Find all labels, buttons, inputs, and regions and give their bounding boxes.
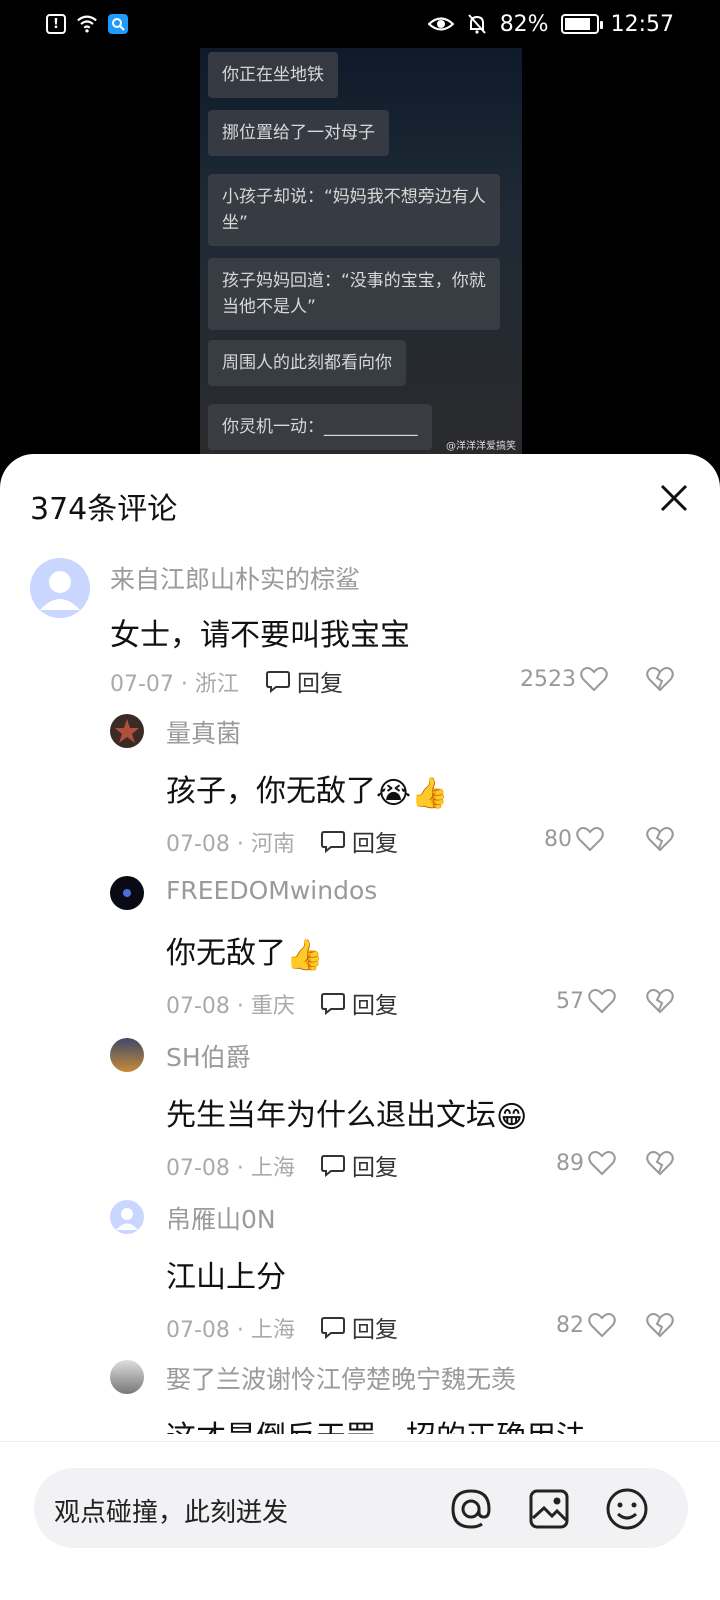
avatar[interactable] (110, 1038, 144, 1072)
alert-icon: ! (46, 14, 66, 34)
search-app-icon (108, 14, 128, 34)
comment-username[interactable]: 来自江郎山朴实的棕鲨 (110, 560, 360, 596)
speech-bubble-icon (321, 993, 345, 1016)
comment-text: 先生当年为什么退出文坛😁 (166, 1098, 528, 1135)
emoji-icon[interactable] (604, 1486, 650, 1532)
reply-button[interactable]: 回复 (320, 1148, 398, 1182)
like-button[interactable]: 89 (556, 1150, 616, 1176)
comment-username[interactable]: 帛雁山0N (166, 1200, 276, 1236)
comment-text: 江山上分 (166, 1260, 286, 1295)
comment-input-placeholder: 观点碰撞，此刻迸发 (54, 1498, 289, 1528)
mention-icon[interactable] (448, 1486, 494, 1532)
bell-off-icon (467, 14, 486, 34)
clock: 12:57 (610, 11, 674, 37)
image-picker-icon[interactable] (526, 1486, 572, 1532)
comment-count-title: 374条评论 (30, 492, 178, 527)
heart-icon (576, 827, 604, 852)
comment-date-location: 07-07 · 浙江 (110, 672, 239, 697)
comment-username[interactable]: 娶了兰波谢怜江停楚晚宁魏无羡 (166, 1360, 516, 1396)
wifi-icon (77, 15, 97, 33)
battery-icon (560, 14, 603, 34)
comment-input[interactable]: 观点碰撞，此刻迸发 (34, 1468, 688, 1548)
avatar[interactable] (110, 1200, 144, 1234)
speech-bubble-icon (321, 1155, 345, 1178)
like-count: 82 (556, 1312, 584, 1338)
avatar[interactable] (110, 1360, 144, 1394)
heart-icon (580, 667, 608, 692)
subtitle-bubble: 孩子妈妈回道：“没事的宝宝，你就 当他不是人” (208, 258, 500, 330)
like-count: 89 (556, 1150, 584, 1176)
like-button[interactable]: 80 (544, 826, 604, 852)
broken-heart-icon[interactable] (646, 826, 674, 852)
like-button[interactable]: 2523 (520, 666, 608, 692)
heart-icon (588, 1313, 616, 1338)
comment-sheet: 374条评论 来自江郎山朴实的棕鲨 女士，请不要叫我宝宝 07-07 · 浙江 … (0, 454, 720, 1600)
speech-bubble-icon (266, 671, 290, 694)
broken-heart-icon[interactable] (646, 1150, 674, 1176)
close-icon[interactable] (656, 480, 692, 516)
comment-text: 女士，请不要叫我宝宝 (110, 618, 410, 653)
emoji: 😁 (496, 1100, 528, 1135)
broken-heart-icon[interactable] (646, 666, 674, 692)
subtitle-bubble: 挪位置给了一对母子 (208, 110, 389, 156)
speech-bubble-icon (321, 831, 345, 854)
subtitle-bubble: 你正在坐地铁 (208, 52, 338, 98)
heart-icon (588, 1151, 616, 1176)
battery-percent: 82% (499, 11, 549, 37)
comment-list[interactable]: 来自江郎山朴实的棕鲨 女士，请不要叫我宝宝 07-07 · 浙江 回复 2523… (0, 554, 720, 1434)
comment-text: 孩子，你无敌了😭👍 (166, 774, 449, 811)
subtitle-bubble: 周围人的此刻都看向你 (208, 340, 406, 386)
reply-button[interactable]: 回复 (265, 664, 343, 698)
comment-date-location: 07-08 · 上海 (166, 1318, 295, 1343)
reply-label: 回复 (352, 831, 398, 857)
reply-label: 回复 (352, 993, 398, 1019)
comment-username[interactable]: SH伯爵 (166, 1038, 251, 1074)
comment-text: 这才是倒反天罡一招的正确用法 (166, 1412, 586, 1434)
subtitle-bubble: 你灵机一动：___________ (208, 404, 432, 450)
status-bar: ! 82% 12:57 (0, 0, 720, 48)
like-button[interactable]: 57 (556, 988, 616, 1014)
comment-input-bar: 观点碰撞，此刻迸发 (0, 1441, 720, 1600)
reply-button[interactable]: 回复 (320, 1310, 398, 1344)
like-count: 80 (544, 826, 572, 852)
reply-label: 回复 (352, 1155, 398, 1181)
heart-icon (588, 989, 616, 1014)
reply-button[interactable]: 回复 (320, 986, 398, 1020)
speech-bubble-icon (321, 1317, 345, 1340)
avatar[interactable] (110, 714, 144, 748)
comment-username[interactable]: 量真菌 (166, 714, 241, 750)
subtitle-bubble: 小孩子却说：“妈妈我不想旁边有人 坐” (208, 174, 500, 246)
reply-button[interactable]: 回复 (320, 824, 398, 858)
broken-heart-icon[interactable] (646, 988, 674, 1014)
broken-heart-icon[interactable] (646, 1312, 674, 1338)
comment-date-location: 07-08 · 上海 (166, 1156, 295, 1181)
video-preview[interactable]: 你正在坐地铁 挪位置给了一对母子 小孩子却说：“妈妈我不想旁边有人 坐” 孩子妈… (200, 48, 522, 458)
like-count: 2523 (520, 666, 576, 692)
comment-date-location: 07-08 · 重庆 (166, 994, 295, 1019)
comment-username[interactable]: FREEDOMwindos (166, 876, 377, 905)
comment-text: 你无敌了👍 (166, 936, 324, 973)
emoji: 😭👍 (376, 776, 449, 811)
like-count: 57 (556, 988, 584, 1014)
reply-label: 回复 (297, 671, 343, 697)
avatar[interactable] (30, 558, 90, 618)
eye-icon (427, 17, 454, 31)
watermark: @洋洋洋爱搞笑 (446, 441, 516, 452)
comment-date-location: 07-08 · 河南 (166, 832, 295, 857)
emoji: 👍 (286, 938, 324, 973)
avatar[interactable] (110, 876, 144, 910)
like-button[interactable]: 82 (556, 1312, 616, 1338)
reply-label: 回复 (352, 1317, 398, 1343)
